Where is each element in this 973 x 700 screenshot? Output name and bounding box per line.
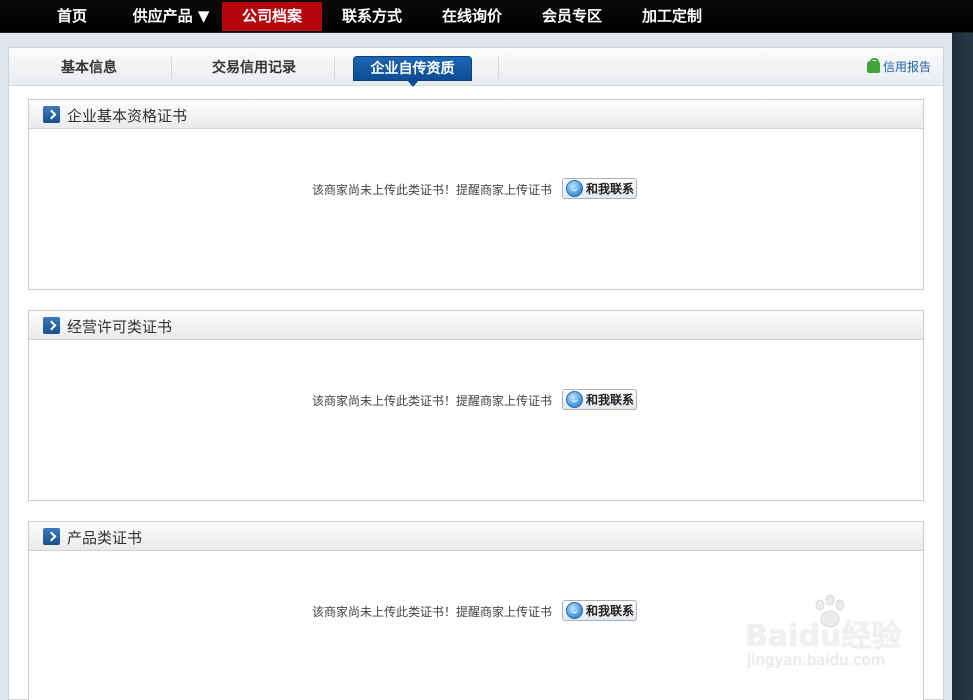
certificate-section-basic: 企业基本资格证书 该商家尚未上传此类证书！提醒商家上传证书 和我联系 xyxy=(28,99,924,290)
section-header: 企业基本资格证书 xyxy=(29,100,923,129)
section-body: 该商家尚未上传此类证书！提醒商家上传证书 和我联系 xyxy=(29,129,923,289)
chevron-right-icon xyxy=(43,106,60,123)
tab-qualifications[interactable]: 企业自传资质 xyxy=(353,56,472,87)
chat-smile-icon xyxy=(566,602,583,619)
tab-qualifications-label: 企业自传资质 xyxy=(370,61,455,77)
certificate-section-product: 产品类证书 该商家尚未上传此类证书！提醒商家上传证书 和我联系 xyxy=(28,521,924,700)
nav-item-contact[interactable]: 联系方式 xyxy=(322,2,422,31)
content-panel: 基本信息 交易信用记录 企业自传资质 信用报告 企业基本资格证书 该商家尚未上传… xyxy=(8,47,944,700)
chat-smile-icon xyxy=(566,180,583,197)
nav-item-home[interactable]: 首页 xyxy=(38,2,106,31)
empty-notice: 该商家尚未上传此类证书！提醒商家上传证书 xyxy=(312,605,553,619)
nav-item-custom-processing[interactable]: 加工定制 xyxy=(622,2,722,31)
contact-me-label: 和我联系 xyxy=(586,182,635,196)
bag-icon xyxy=(866,57,880,73)
credit-report-link[interactable]: 信用报告 xyxy=(866,57,931,75)
nav-item-members[interactable]: 会员专区 xyxy=(522,2,622,31)
contact-me-label: 和我联系 xyxy=(586,604,635,618)
nav-item-inquiry[interactable]: 在线询价 xyxy=(422,2,522,31)
section-header: 产品类证书 xyxy=(29,522,923,551)
tab-basic-info[interactable]: 基本信息 xyxy=(29,56,149,81)
tab-bar: 基本信息 交易信用记录 企业自传资质 信用报告 xyxy=(9,48,943,87)
tab-divider xyxy=(498,57,499,79)
certificate-section-license: 经营许可类证书 该商家尚未上传此类证书！提醒商家上传证书 和我联系 xyxy=(28,310,924,501)
chevron-right-icon xyxy=(43,528,60,545)
contact-me-label: 和我联系 xyxy=(586,393,635,407)
scrollbar-area xyxy=(952,33,973,700)
nav-item-company-profile[interactable]: 公司档案 xyxy=(222,2,322,31)
nav-item-products[interactable]: 供应产品 ▼ xyxy=(122,2,220,31)
tab-pointer-icon xyxy=(406,80,419,87)
chevron-right-icon xyxy=(43,317,60,334)
credit-report-label: 信用报告 xyxy=(882,60,931,74)
section-title: 企业基本资格证书 xyxy=(67,107,188,125)
section-header: 经营许可类证书 xyxy=(29,311,923,340)
contact-me-button[interactable]: 和我联系 xyxy=(562,389,637,410)
section-title: 经营许可类证书 xyxy=(67,318,173,336)
contact-me-button[interactable]: 和我联系 xyxy=(562,178,637,199)
tab-divider xyxy=(334,57,335,79)
empty-notice: 该商家尚未上传此类证书！提醒商家上传证书 xyxy=(312,394,553,408)
tab-divider xyxy=(171,57,172,79)
contact-me-button[interactable]: 和我联系 xyxy=(562,600,637,621)
section-body: 该商家尚未上传此类证书！提醒商家上传证书 和我联系 xyxy=(29,340,923,500)
chat-smile-icon xyxy=(566,391,583,408)
section-body: 该商家尚未上传此类证书！提醒商家上传证书 和我联系 xyxy=(29,551,923,700)
tab-trade-credit[interactable]: 交易信用记录 xyxy=(194,56,314,81)
empty-notice: 该商家尚未上传此类证书！提醒商家上传证书 xyxy=(312,183,553,197)
section-title: 产品类证书 xyxy=(67,529,143,547)
top-navigation: 首页 供应产品 ▼ 公司档案 联系方式 在线询价 会员专区 加工定制 xyxy=(0,0,973,33)
